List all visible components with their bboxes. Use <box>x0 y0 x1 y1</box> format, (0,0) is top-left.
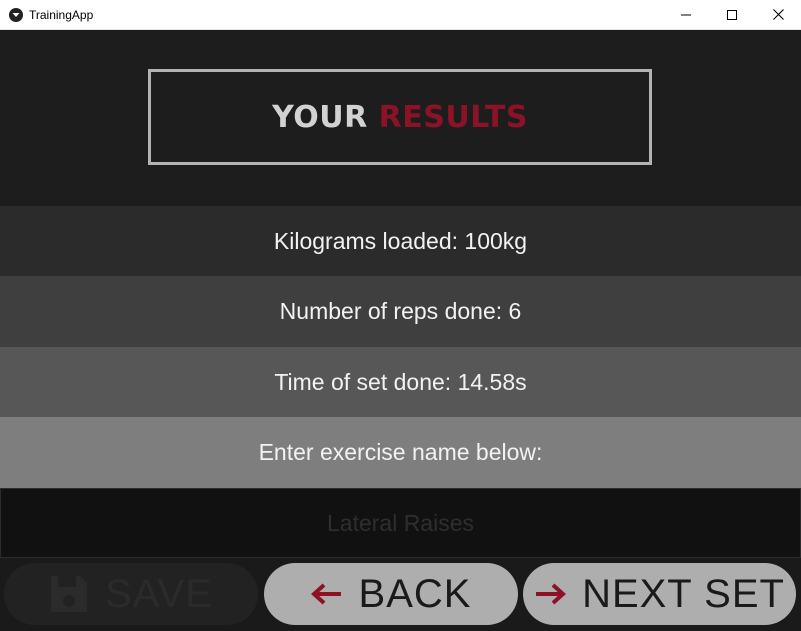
set-time-label: Time of set done: 14.58s <box>0 347 801 418</box>
back-button-label: BACK <box>358 571 472 616</box>
close-button[interactable] <box>755 0 801 29</box>
arrow-right-icon <box>534 582 567 606</box>
maximize-button[interactable] <box>709 0 755 29</box>
minimize-icon <box>681 14 691 15</box>
minimize-button[interactable] <box>663 0 709 29</box>
reps-done-label: Number of reps done: 6 <box>0 276 801 347</box>
exercise-name-input[interactable] <box>0 488 801 558</box>
kilograms-loaded-label: Kilograms loaded: 100kg <box>0 206 801 277</box>
app-icon <box>9 7 23 22</box>
maximize-icon <box>727 9 737 20</box>
results-header: YOUR RESULTS <box>148 69 652 165</box>
page-title: YOUR RESULTS <box>272 100 528 135</box>
next-set-button-label: NEXT SET <box>582 571 785 616</box>
arrow-left-icon <box>310 582 343 606</box>
close-icon <box>772 9 784 20</box>
title-word-your: YOUR <box>272 99 368 135</box>
title-word-results: RESULTS <box>378 99 528 135</box>
save-button-label: SAVE <box>105 571 213 616</box>
window-title: TrainingApp <box>29 7 94 22</box>
floppy-disk-icon <box>49 574 89 614</box>
back-button[interactable]: BACK <box>264 563 518 625</box>
next-set-button[interactable]: NEXT SET <box>523 563 796 625</box>
button-bar: SAVE BACK NEXT SET <box>0 558 801 631</box>
save-button[interactable]: SAVE <box>4 563 258 625</box>
exercise-prompt-label: Enter exercise name below: <box>0 417 801 488</box>
window-titlebar: TrainingApp <box>0 0 801 30</box>
